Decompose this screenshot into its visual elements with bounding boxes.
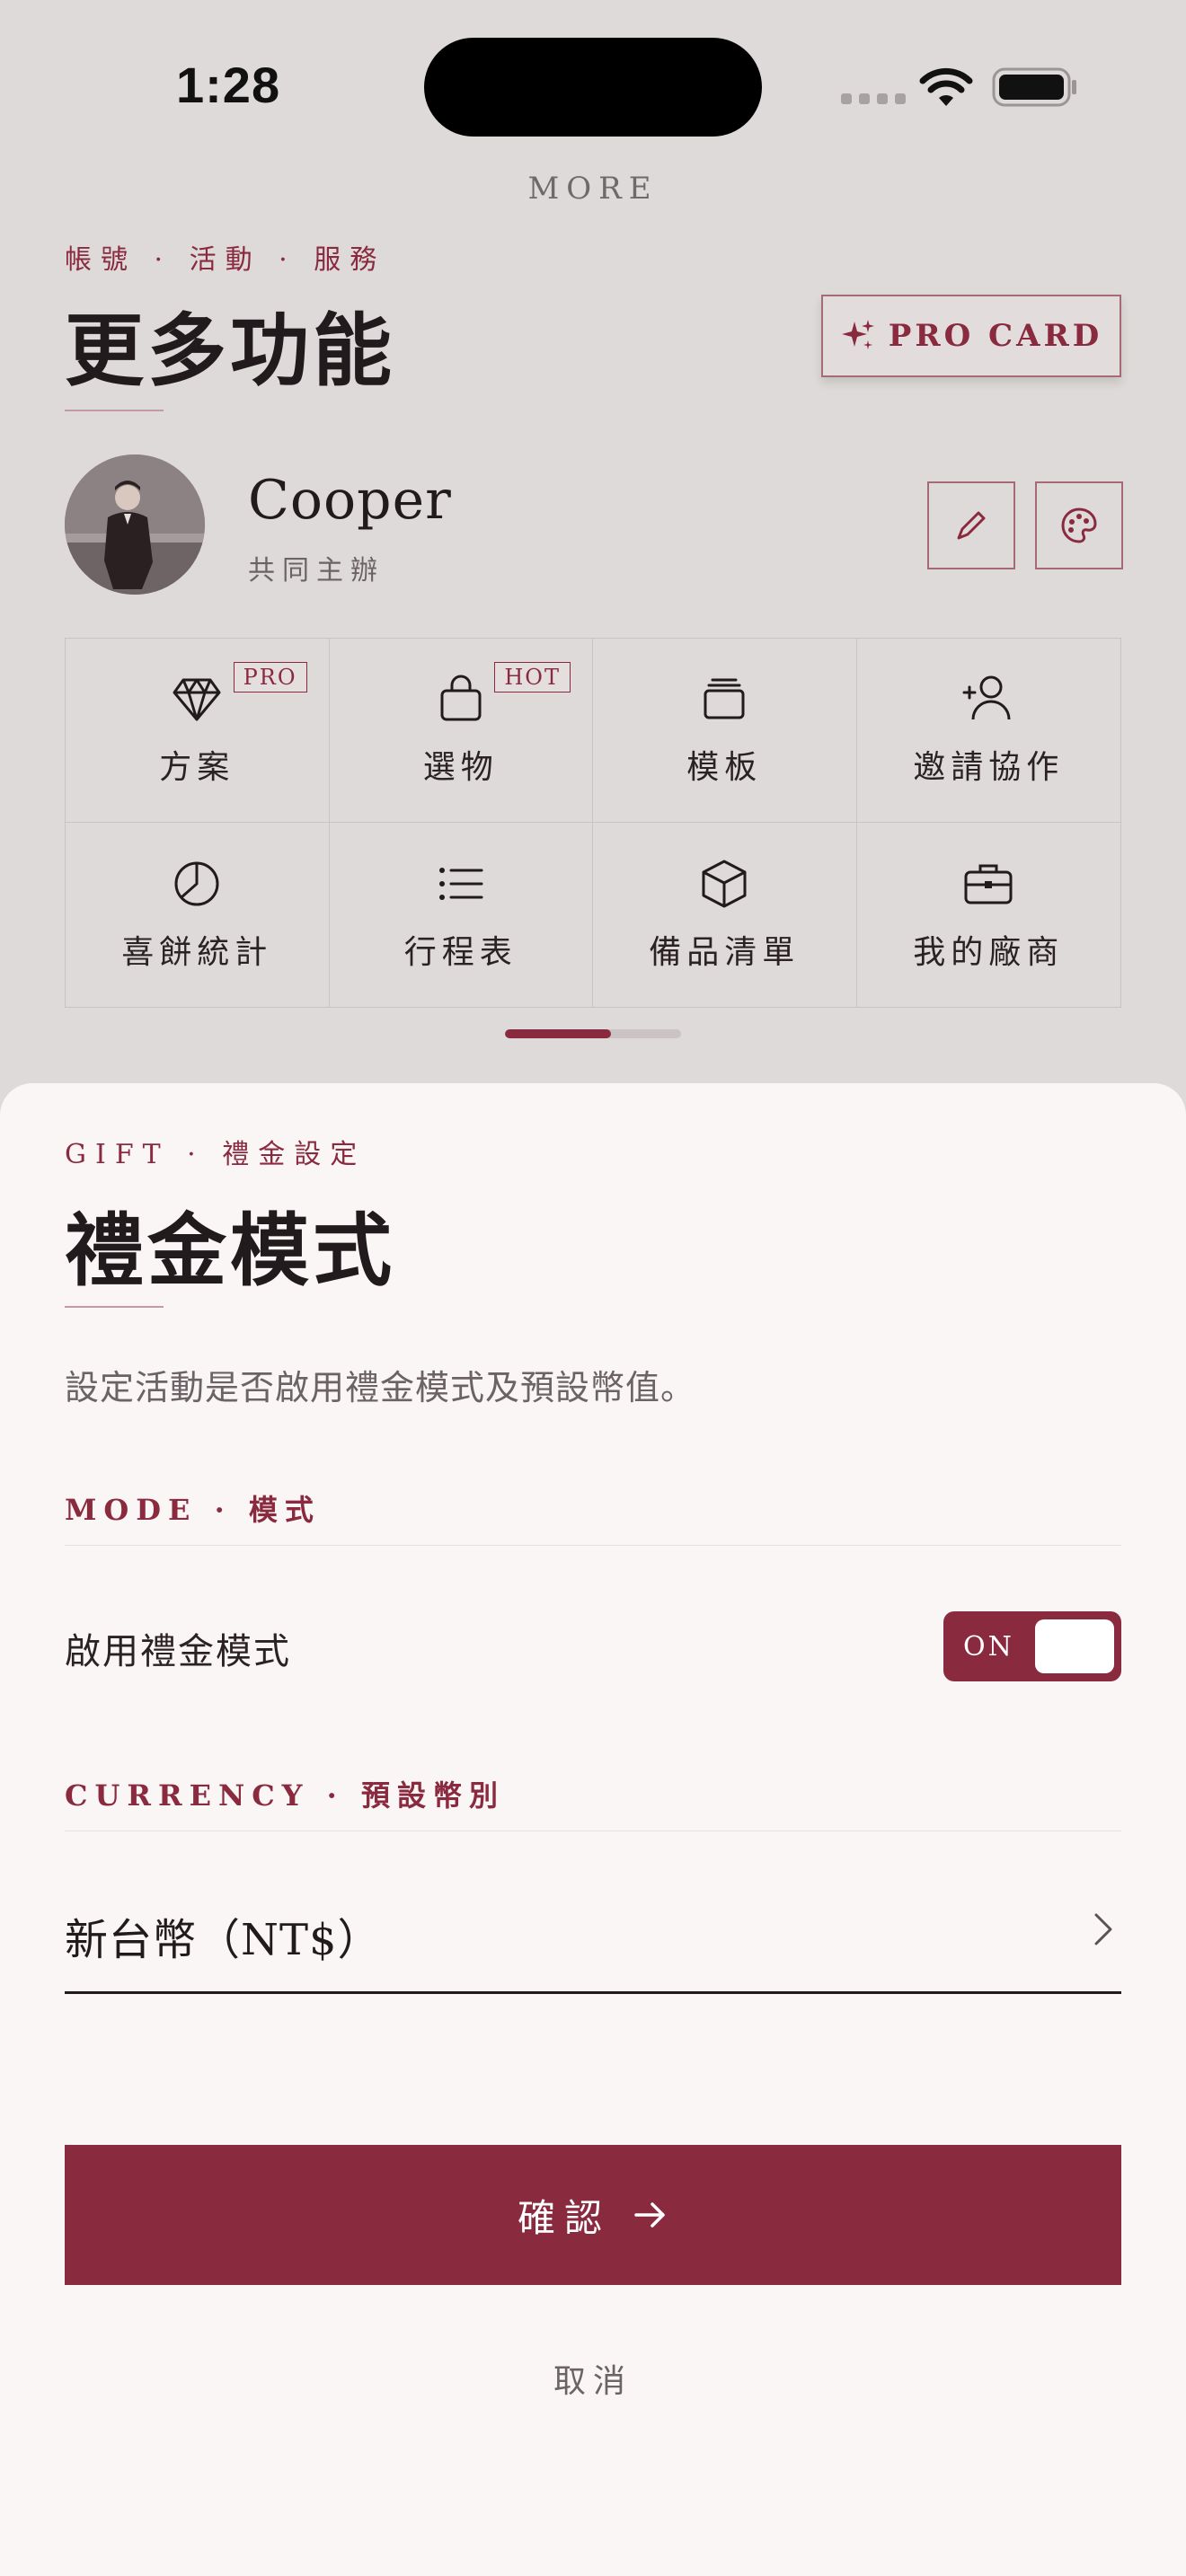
pro-card-button[interactable]: PRO CARD [821,295,1121,377]
feature-label: 選物 [422,749,499,786]
wifi-icon [918,66,974,110]
arrow-right-icon [633,2199,668,2231]
feature-label: 行程表 [403,933,518,971]
page-overline: MORE [527,171,659,207]
currency-select[interactable]: 新台幣（NT$） [65,1877,1121,1994]
sheet-description: 設定活動是否啟用禮金模式及預設幣值。 [65,1368,696,1407]
theme-palette-button[interactable] [1035,481,1123,569]
chevron-right-icon [1093,1911,1114,1947]
cellular-signal-icon [841,93,906,104]
edit-profile-button[interactable] [927,481,1015,569]
toggle-knob [1035,1619,1114,1673]
page-indicator-progress [505,1029,611,1038]
sheet-eyebrow: GIFT · 禮金設定 [65,1139,367,1170]
feature-plan[interactable]: PRO 方案 [66,639,330,823]
currency-value: 新台幣（NT$） [65,1915,382,1965]
battery-icon [992,66,1078,108]
gift-mode-toggle[interactable]: ON [943,1611,1121,1681]
feature-label: 我的廠商 [913,933,1065,971]
feature-shop[interactable]: HOT 選物 [329,639,593,823]
feature-supplies[interactable]: 備品清單 [593,823,857,1007]
cancel-button[interactable]: 取消 [0,2355,1186,2402]
feature-label: 模板 [686,749,763,786]
diamond-icon [171,673,223,725]
user-plus-icon [960,673,1016,725]
pie-chart-icon [171,858,223,910]
feature-label: 喜餅統計 [121,933,273,971]
avatar[interactable] [65,454,205,595]
dynamic-island [424,38,762,137]
currency-section-label: CURRENCY · 預設幣別 [65,1778,505,1813]
box-icon [698,858,750,910]
pro-badge: PRO [233,662,307,693]
page-eyebrow: 帳號 · 活動 · 服務 [65,244,386,276]
feature-label: 邀請協作 [913,749,1065,786]
sheet-title: 禮金模式 [65,1204,396,1297]
mode-section-label: MODE · 模式 [65,1493,321,1527]
sheet-title-divider [65,1306,164,1308]
user-role: 共同主辦 [248,555,385,587]
palette-icon [1059,506,1099,545]
shopping-bag-icon [435,673,487,725]
feature-template[interactable]: 模板 [593,639,857,823]
feature-grid: PRO 方案 HOT 選物 模板 邀請協作 喜餅統計 行程表 備品清單 我的廠商 [65,638,1121,1008]
page-indicator [505,1029,681,1038]
toggle-state-label: ON [963,1630,1014,1663]
feature-cake-stats[interactable]: 喜餅統計 [66,823,330,1007]
feature-vendors[interactable]: 我的廠商 [857,823,1121,1007]
feature-itinerary[interactable]: 行程表 [330,823,593,1007]
mode-divider [65,1545,1121,1546]
title-divider [65,410,164,411]
confirm-button[interactable]: 確認 [65,2145,1121,2285]
confirm-label: 確認 [517,2195,611,2240]
pencil-icon [953,507,989,543]
feature-label: 方案 [159,749,235,786]
user-name: Cooper [248,469,452,532]
enable-gift-mode-label: 啟用禮金模式 [65,1631,291,1672]
sparkles-icon [840,318,876,354]
gift-settings-sheet [0,1083,1186,2576]
list-icon [435,858,487,910]
layers-icon [698,673,750,725]
pro-card-label: PRO CARD [888,318,1103,354]
feature-invite[interactable]: 邀請協作 [856,639,1120,823]
feature-label: 備品清單 [649,933,801,971]
briefcase-icon [962,858,1014,910]
hot-badge: HOT [494,662,571,693]
page-title: 更多功能 [65,304,396,397]
status-time: 1:28 [176,57,281,113]
